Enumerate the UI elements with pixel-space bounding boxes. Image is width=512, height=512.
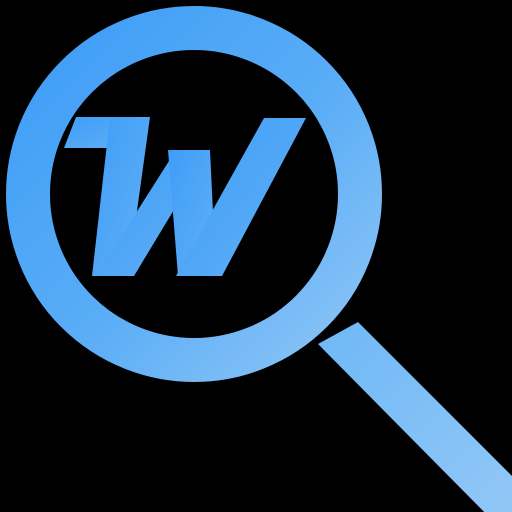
logo-letter-w — [64, 117, 306, 276]
magnifier-w-icon — [6, 6, 512, 512]
magnifier-handle — [318, 322, 512, 512]
app-icon-canvas — [0, 0, 512, 512]
